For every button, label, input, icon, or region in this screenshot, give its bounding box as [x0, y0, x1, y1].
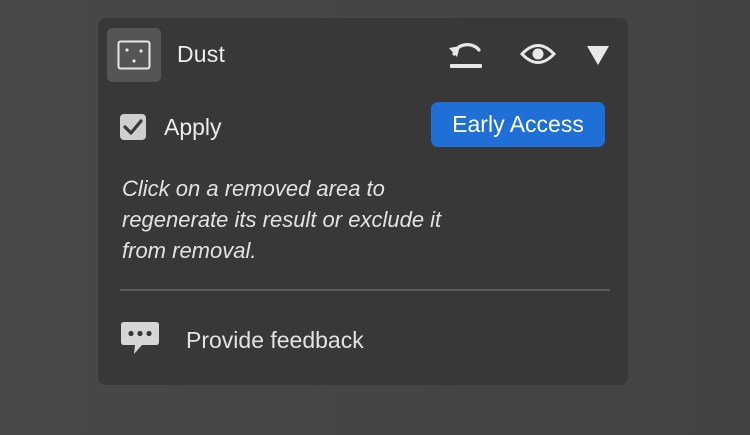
reset-button[interactable] [446, 38, 486, 72]
undo-reset-icon [449, 43, 482, 68]
feedback-label: Provide feedback [186, 327, 364, 353]
apply-checkbox[interactable] [120, 114, 146, 140]
dust-frame-icon[interactable] [107, 28, 161, 82]
eye-icon [519, 44, 557, 64]
speech-bubble-icon [121, 322, 159, 354]
visibility-toggle-button[interactable] [518, 38, 558, 72]
dust-panel: Dust Apply Early Access Click on a remov… [98, 18, 628, 385]
instruction-text: Click on a removed area to regenerate it… [122, 173, 562, 266]
canvas-background: Dust Apply Early Access Click on a remov… [0, 0, 750, 435]
checkmark-icon [123, 119, 143, 135]
early-access-badge[interactable]: Early Access [431, 102, 605, 147]
apply-row: Apply Early Access [98, 102, 628, 152]
panel-header: Dust [98, 18, 628, 90]
panel-title: Dust [177, 41, 226, 67]
instruction-line: from removal. [122, 238, 257, 263]
apply-label: Apply [164, 114, 222, 140]
collapse-button[interactable] [581, 38, 621, 72]
triangle-down-icon [587, 46, 609, 65]
provide-feedback-button[interactable]: Provide feedback [120, 318, 420, 364]
instruction-line: Click on a removed area to [122, 176, 385, 201]
divider [120, 289, 610, 291]
instruction-line: regenerate its result or exclude it [122, 207, 442, 232]
